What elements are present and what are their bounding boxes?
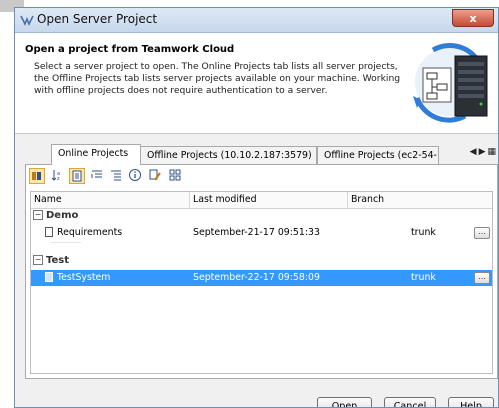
title-bar[interactable]: Open Server Project x <box>15 8 498 33</box>
panel-toolbar: az <box>26 165 497 187</box>
list-view-icon[interactable] <box>69 168 85 184</box>
help-button[interactable]: Help <box>448 397 494 407</box>
collapse-toggle-icon[interactable]: − <box>33 210 43 220</box>
group-label: Demo <box>46 210 79 221</box>
app-icon <box>20 15 34 26</box>
group-label: Test <box>46 255 70 266</box>
tab-offline-projects-ec2[interactable]: Offline Projects (ec2-54-152-1 <box>317 146 439 164</box>
project-name: TestSystem <box>45 272 110 283</box>
dialog-body: Online Projects Offline Projects (10.10.… <box>15 134 498 407</box>
column-header-branch[interactable]: Branch <box>351 194 384 205</box>
filter-icon[interactable] <box>167 168 183 184</box>
cancel-button[interactable]: Cancel <box>384 397 436 407</box>
open-server-project-dialog: Open Server Project x Open a project fro… <box>14 7 499 408</box>
tab-online-projects[interactable]: Online Projects <box>51 144 141 165</box>
header-description: Select a server project to open. The Onl… <box>34 61 401 96</box>
open-button[interactable]: Open <box>317 397 372 407</box>
project-last-modified: September-21-17 09:51:33 <box>193 227 320 238</box>
online-projects-panel: az ^ Name Last modified Branch − Demo Re… <box>25 164 498 379</box>
expand-all-icon[interactable] <box>108 168 124 184</box>
project-file-icon <box>45 272 53 282</box>
sort-indicator-icon: ^ <box>107 191 113 197</box>
info-icon[interactable] <box>127 168 143 184</box>
close-button[interactable]: x <box>452 9 494 27</box>
window-title: Open Server Project <box>37 12 158 26</box>
header-title: Open a project from Teamwork Cloud <box>25 44 235 55</box>
table-row[interactable]: Requirements September-21-17 09:51:33 tr… <box>31 225 492 241</box>
projects-table: ^ Name Last modified Branch − Demo Requir… <box>30 191 493 374</box>
dialog-header: Open a project from Teamwork Cloud Selec… <box>15 33 498 134</box>
edit-properties-icon[interactable] <box>147 168 163 184</box>
branch-more-button[interactable]: ... <box>474 272 490 284</box>
column-header-last-modified[interactable]: Last modified <box>193 194 257 205</box>
sort-icon[interactable]: az <box>49 168 65 184</box>
table-header: ^ Name Last modified Branch <box>31 192 492 209</box>
group-row-demo[interactable]: − Demo <box>33 210 78 221</box>
project-last-modified: September-22-17 09:58:09 <box>193 272 320 283</box>
tab-list-menu-icon[interactable]: ▦ <box>487 147 498 157</box>
tab-scroll-left-icon[interactable]: ◀ <box>470 147 479 157</box>
server-illustration-icon <box>413 43 488 123</box>
branch-more-button[interactable]: ... <box>474 227 490 239</box>
show-hierarchy-icon[interactable] <box>29 168 45 184</box>
collapse-toggle-icon[interactable]: − <box>33 255 43 265</box>
project-file-icon <box>45 227 53 237</box>
column-divider[interactable] <box>347 192 348 208</box>
svg-text:z: z <box>57 176 60 182</box>
table-row[interactable]: TestSystem September-22-17 09:58:09 trun… <box>31 270 492 286</box>
project-branch: trunk <box>411 272 436 283</box>
project-tabs: Online Projects Offline Projects (10.10.… <box>25 144 498 165</box>
project-name: Requirements <box>45 227 122 238</box>
column-divider[interactable] <box>189 192 190 208</box>
tab-navigation: ◀▶▦ <box>470 147 498 157</box>
row-divider <box>51 242 81 243</box>
project-branch: trunk <box>411 227 436 238</box>
collapse-all-icon[interactable] <box>89 168 105 184</box>
tab-offline-projects-local[interactable]: Offline Projects (10.10.2.187:3579) <box>140 146 317 164</box>
group-row-test[interactable]: − Test <box>33 255 69 266</box>
column-header-name[interactable]: Name <box>34 194 62 205</box>
